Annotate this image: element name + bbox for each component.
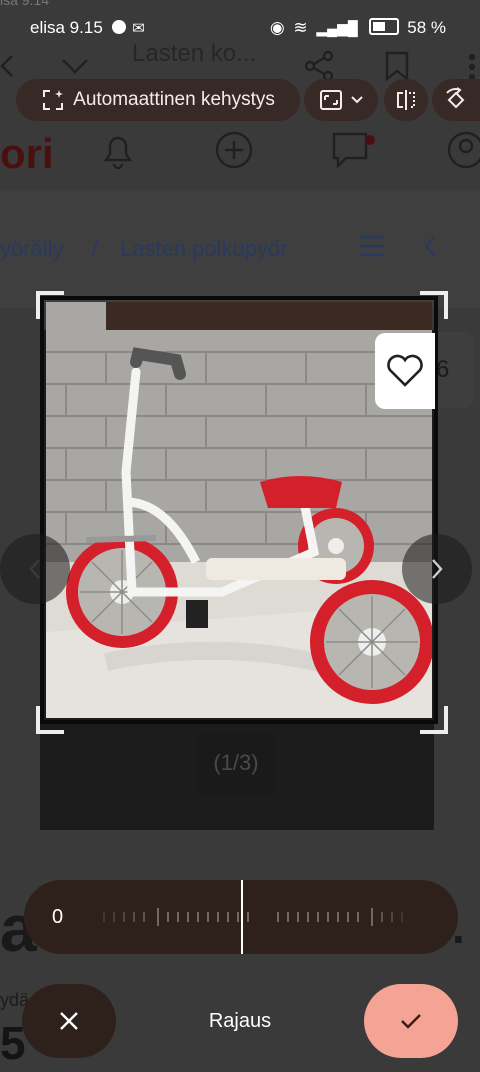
status-bar: elisa 9.15 ✉ ◉ ≋ ▂▄▆█ 58 % <box>0 12 480 42</box>
chevron-left-icon <box>28 557 42 581</box>
messenger-icon <box>111 20 126 34</box>
flip-button[interactable] <box>384 79 428 121</box>
aspect-ratio-button[interactable] <box>304 79 378 121</box>
flip-icon <box>394 88 418 112</box>
chevron-down-icon <box>351 96 363 104</box>
slider-center-indicator <box>241 880 243 954</box>
profile-icon <box>446 130 480 175</box>
clock: elisa 9.15 <box>30 18 103 37</box>
battery-percent: 58 % <box>407 18 446 37</box>
auto-frame-button[interactable]: Automaattinen kehystys <box>16 79 300 121</box>
confirm-button[interactable] <box>364 984 458 1058</box>
crop-mode-label: Rajaus <box>208 1010 272 1032</box>
close-icon <box>59 1011 79 1031</box>
checkmark-icon <box>400 1013 422 1029</box>
crop-handle-bottom-left[interactable] <box>36 706 64 734</box>
heart-icon <box>386 354 424 388</box>
aspect-ratio-icon <box>319 89 343 111</box>
breadcrumb-separator: / <box>92 236 99 261</box>
auto-frame-label: Automaattinen kehystys <box>73 89 275 110</box>
image-counter: (1/3) <box>196 732 276 794</box>
cancel-button[interactable] <box>22 984 116 1058</box>
site-logo: ori <box>0 130 54 177</box>
favorite-button[interactable] <box>375 333 435 409</box>
breadcrumb-item-current: Lasten polkupyör <box>120 236 288 261</box>
signal-icon: ▂▄▆█ <box>316 20 358 36</box>
back-icon <box>0 52 16 85</box>
next-image-button[interactable] <box>402 534 472 604</box>
status-icons: ◉ ≋ ▂▄▆█ 58 % <box>270 18 446 38</box>
slider-ticks <box>103 908 403 926</box>
breadcrumb-item: yöräily <box>0 236 64 261</box>
wifi-icon: ≋ <box>293 18 308 37</box>
crop-handle-top-right[interactable] <box>420 291 448 319</box>
favorite-count-box: 6 <box>434 332 474 408</box>
crop-handle-bottom-right[interactable] <box>420 706 448 734</box>
bell-icon <box>100 130 136 175</box>
eye-icon: ◉ <box>269 18 285 37</box>
crop-handle-top-left[interactable] <box>36 291 64 319</box>
rotation-value: 0 <box>52 906 64 928</box>
messages-icon <box>330 130 376 175</box>
chevron-right-icon <box>430 557 444 581</box>
auto-frame-icon <box>41 88 65 112</box>
gmail-icon: ✉ <box>132 20 145 37</box>
page-title: Lasten ko... <box>132 40 257 67</box>
chevron-left-icon <box>422 234 438 263</box>
add-icon <box>214 130 254 175</box>
rotate-button[interactable] <box>432 79 480 121</box>
list-icon <box>358 234 386 263</box>
previous-image-button[interactable] <box>0 534 70 604</box>
battery-icon <box>368 18 399 35</box>
status-fragment: isa 9.14 <box>0 0 50 8</box>
carrier-time: elisa 9.15 ✉ <box>30 18 145 38</box>
favorite-count: 6 <box>436 356 450 383</box>
rotate-icon <box>443 87 469 113</box>
chevron-down-icon <box>60 56 90 81</box>
